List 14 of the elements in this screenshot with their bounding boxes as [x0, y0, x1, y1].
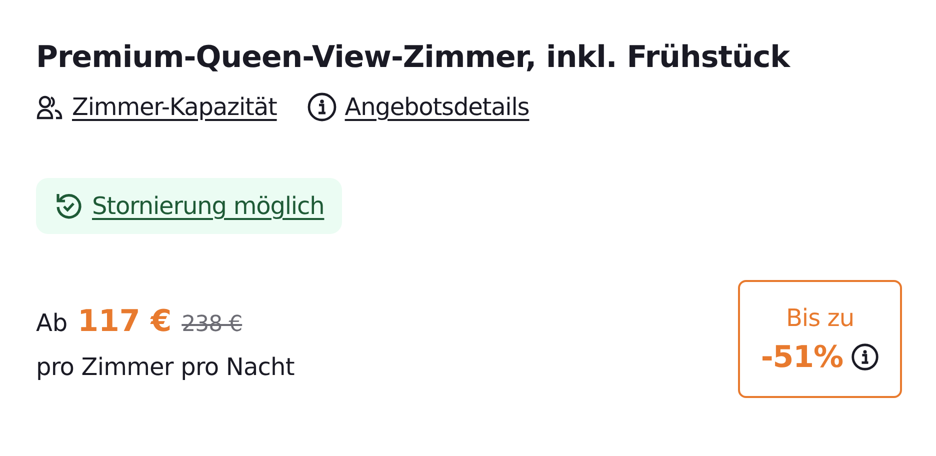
- refresh-check-icon: [54, 191, 84, 221]
- room-title: Premium-Queen-View-Zimmer, inkl. Frühstück: [36, 39, 792, 77]
- discount-value: -51%: [760, 340, 844, 374]
- link[interactable]: Angebotsdetails: [344, 93, 530, 121]
- price-unit: pro Zimmer pro Nacht: [36, 353, 294, 381]
- original-price: 238 €: [182, 312, 242, 337]
- current-price: 117 €: [78, 304, 172, 339]
- cancellation-link[interactable]: Stornierung möglich: [92, 192, 324, 220]
- link[interactable]: Zimmer-Kapazität: [72, 93, 277, 121]
- info-icon: [306, 92, 337, 122]
- info-icon[interactable]: [851, 343, 880, 371]
- discount-label: Bis zu: [786, 304, 854, 332]
- people-icon: [36, 94, 64, 120]
- price-prefix: Ab: [36, 309, 68, 337]
